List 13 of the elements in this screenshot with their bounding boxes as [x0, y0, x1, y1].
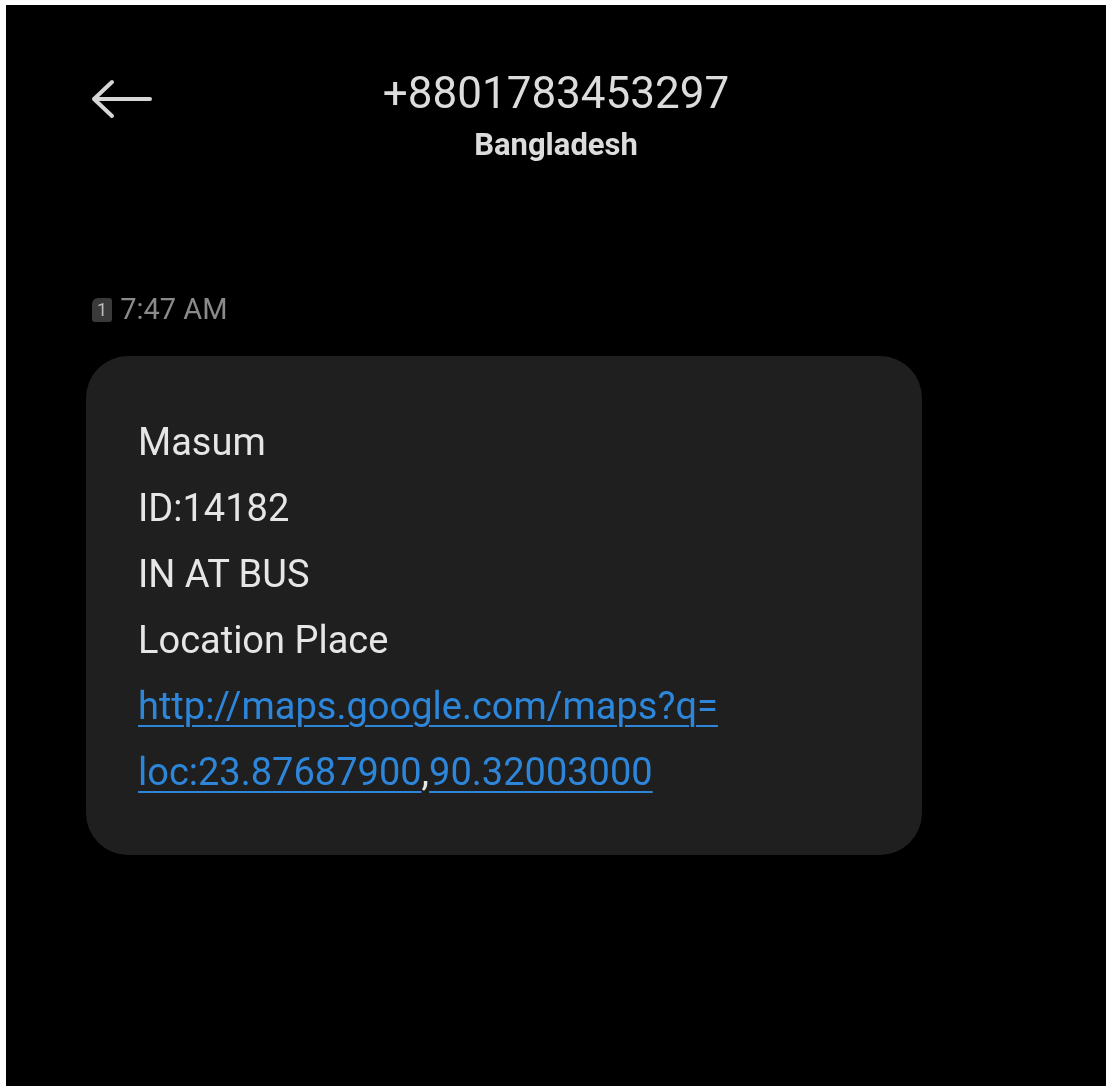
contact-country: Bangladesh: [474, 125, 638, 165]
back-arrow-icon: [90, 79, 152, 119]
message-link[interactable]: http://maps.google.com/maps?q=: [138, 672, 718, 739]
message-text: ,: [421, 748, 430, 796]
message-text: Location Place: [138, 616, 389, 664]
message-link[interactable]: loc:23.87687900: [138, 738, 422, 805]
message-text: ID:14182: [138, 484, 290, 532]
message-text: IN AT BUS: [138, 550, 310, 598]
contact-number: +8801783453297: [382, 67, 730, 119]
message-time: 7:47 AM: [120, 291, 228, 328]
sim-badge: 1: [92, 297, 113, 322]
message-link[interactable]: 90.32003000: [429, 738, 653, 805]
message-text: Masum: [138, 418, 266, 466]
